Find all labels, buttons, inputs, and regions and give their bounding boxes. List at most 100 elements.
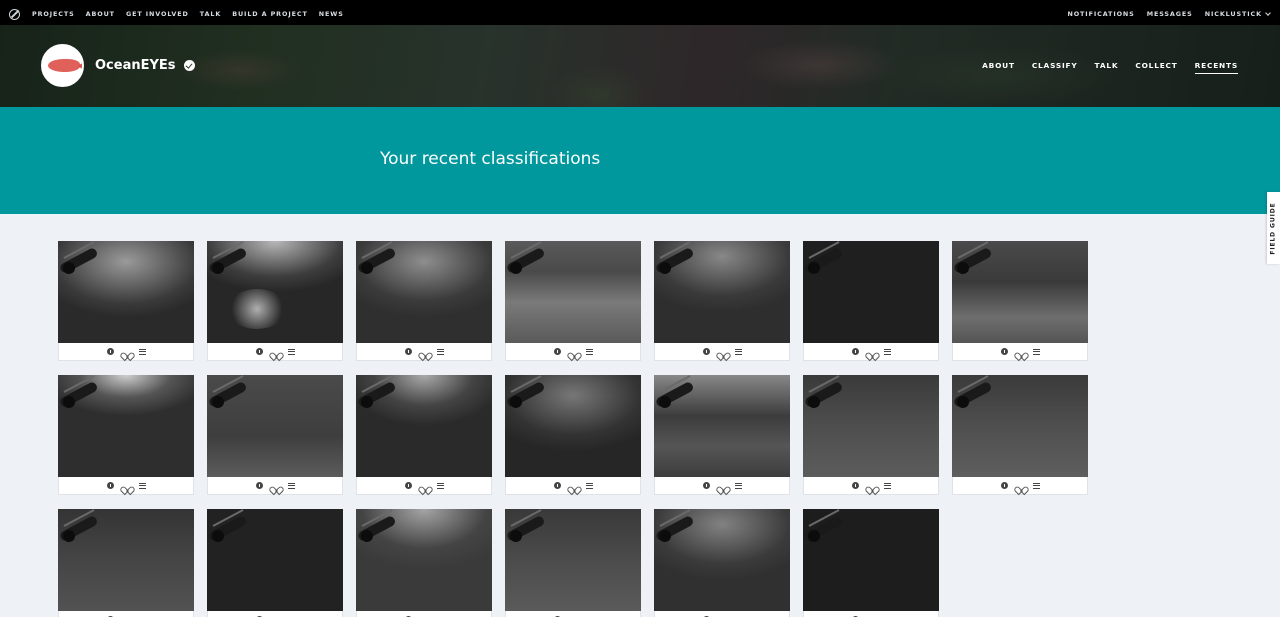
recent-classification-card[interactable] bbox=[505, 509, 641, 617]
list-icon[interactable] bbox=[138, 482, 146, 489]
list-icon[interactable] bbox=[138, 348, 146, 355]
project-nav-about[interactable]: ABOUT bbox=[982, 61, 1015, 74]
site-nav-about[interactable]: ABOUT bbox=[86, 10, 115, 18]
heart-icon[interactable] bbox=[719, 349, 726, 355]
subject-thumbnail[interactable] bbox=[505, 375, 641, 477]
heart-icon[interactable] bbox=[272, 349, 279, 355]
subject-thumbnail[interactable] bbox=[207, 241, 343, 343]
recent-classification-card[interactable] bbox=[654, 375, 790, 495]
info-icon[interactable] bbox=[1000, 482, 1008, 489]
subject-thumbnail[interactable] bbox=[803, 509, 939, 611]
list-icon[interactable] bbox=[883, 482, 891, 489]
subject-thumbnail[interactable] bbox=[654, 241, 790, 343]
zooniverse-logo-icon[interactable] bbox=[9, 8, 20, 20]
project-nav-classify[interactable]: CLASSIFY bbox=[1032, 61, 1078, 74]
subject-thumbnail[interactable] bbox=[952, 241, 1088, 343]
info-icon[interactable] bbox=[553, 482, 561, 489]
info-icon[interactable] bbox=[106, 482, 114, 489]
heart-icon[interactable] bbox=[1017, 483, 1024, 489]
info-icon[interactable] bbox=[851, 348, 859, 355]
subject-thumbnail[interactable] bbox=[505, 509, 641, 611]
recent-classification-card[interactable] bbox=[207, 241, 343, 361]
info-icon[interactable] bbox=[404, 482, 412, 489]
project-nav-collect[interactable]: COLLECT bbox=[1135, 61, 1177, 74]
info-icon[interactable] bbox=[255, 348, 263, 355]
heart-icon[interactable] bbox=[272, 483, 279, 489]
site-nav-get-involved[interactable]: GET INVOLVED bbox=[126, 10, 189, 18]
subject-thumbnail[interactable] bbox=[207, 509, 343, 611]
recent-classification-card[interactable] bbox=[58, 375, 194, 495]
heart-icon[interactable] bbox=[719, 483, 726, 489]
recent-classification-card[interactable] bbox=[505, 375, 641, 495]
info-icon[interactable] bbox=[1000, 348, 1008, 355]
info-icon[interactable] bbox=[702, 348, 710, 355]
heart-icon[interactable] bbox=[123, 483, 130, 489]
heart-icon[interactable] bbox=[1017, 349, 1024, 355]
site-nav-news[interactable]: NEWS bbox=[319, 10, 344, 18]
project-avatar[interactable] bbox=[41, 44, 84, 87]
project-nav-recents[interactable]: RECENTS bbox=[1194, 61, 1238, 74]
list-icon[interactable] bbox=[585, 482, 593, 489]
recent-classification-card[interactable] bbox=[952, 241, 1088, 361]
user-menu[interactable]: NICKLUSTICK bbox=[1205, 10, 1271, 18]
subject-thumbnail[interactable] bbox=[803, 241, 939, 343]
project-nav-talk[interactable]: TALK bbox=[1095, 61, 1119, 74]
heart-icon[interactable] bbox=[570, 349, 577, 355]
subject-thumbnail[interactable] bbox=[356, 509, 492, 611]
list-icon[interactable] bbox=[1032, 348, 1040, 355]
heart-icon[interactable] bbox=[868, 349, 875, 355]
subject-thumbnail[interactable] bbox=[654, 509, 790, 611]
recent-classification-card[interactable] bbox=[58, 241, 194, 361]
list-icon[interactable] bbox=[436, 348, 444, 355]
recent-classification-card[interactable] bbox=[207, 509, 343, 617]
heart-icon[interactable] bbox=[123, 349, 130, 355]
project-title[interactable]: OceanEYEs bbox=[95, 58, 195, 73]
heart-icon[interactable] bbox=[868, 483, 875, 489]
recent-classification-card[interactable] bbox=[58, 509, 194, 617]
list-icon[interactable] bbox=[1032, 482, 1040, 489]
list-icon[interactable] bbox=[734, 482, 742, 489]
field-guide-tab[interactable]: FIELD GUIDE bbox=[1267, 192, 1280, 264]
recent-classification-card[interactable] bbox=[654, 509, 790, 617]
subject-thumbnail[interactable] bbox=[58, 509, 194, 611]
recent-classification-card[interactable] bbox=[952, 375, 1088, 495]
recent-classification-card[interactable] bbox=[356, 241, 492, 361]
heart-icon[interactable] bbox=[570, 483, 577, 489]
subject-thumbnail[interactable] bbox=[207, 375, 343, 477]
heart-icon[interactable] bbox=[421, 483, 428, 489]
messages-link[interactable]: MESSAGES bbox=[1147, 10, 1193, 18]
list-icon[interactable] bbox=[436, 482, 444, 489]
subject-thumbnail[interactable] bbox=[505, 241, 641, 343]
site-nav-build-a-project[interactable]: BUILD A PROJECT bbox=[232, 10, 308, 18]
recent-classification-card[interactable] bbox=[803, 375, 939, 495]
recent-classification-card[interactable] bbox=[803, 509, 939, 617]
subject-thumbnail[interactable] bbox=[58, 375, 194, 477]
recent-classification-card[interactable] bbox=[356, 509, 492, 617]
recent-classification-card[interactable] bbox=[207, 375, 343, 495]
site-nav-projects[interactable]: PROJECTS bbox=[32, 10, 75, 18]
info-icon[interactable] bbox=[255, 482, 263, 489]
subject-thumbnail[interactable] bbox=[58, 241, 194, 343]
subject-thumbnail[interactable] bbox=[356, 375, 492, 477]
list-icon[interactable] bbox=[287, 482, 295, 489]
list-icon[interactable] bbox=[585, 348, 593, 355]
notifications-link[interactable]: NOTIFICATIONS bbox=[1067, 10, 1134, 18]
recent-classification-card[interactable] bbox=[654, 241, 790, 361]
info-icon[interactable] bbox=[851, 482, 859, 489]
heart-icon[interactable] bbox=[421, 349, 428, 355]
site-nav-talk[interactable]: TALK bbox=[200, 10, 221, 18]
subject-thumbnail[interactable] bbox=[356, 241, 492, 343]
list-icon[interactable] bbox=[734, 348, 742, 355]
info-icon[interactable] bbox=[106, 348, 114, 355]
recent-classification-card[interactable] bbox=[803, 241, 939, 361]
list-icon[interactable] bbox=[287, 348, 295, 355]
list-icon[interactable] bbox=[883, 348, 891, 355]
info-icon[interactable] bbox=[702, 482, 710, 489]
subject-thumbnail[interactable] bbox=[952, 375, 1088, 477]
subject-thumbnail[interactable] bbox=[803, 375, 939, 477]
subject-thumbnail[interactable] bbox=[654, 375, 790, 477]
recent-classification-card[interactable] bbox=[505, 241, 641, 361]
info-icon[interactable] bbox=[404, 348, 412, 355]
info-icon[interactable] bbox=[553, 348, 561, 355]
recent-classification-card[interactable] bbox=[356, 375, 492, 495]
